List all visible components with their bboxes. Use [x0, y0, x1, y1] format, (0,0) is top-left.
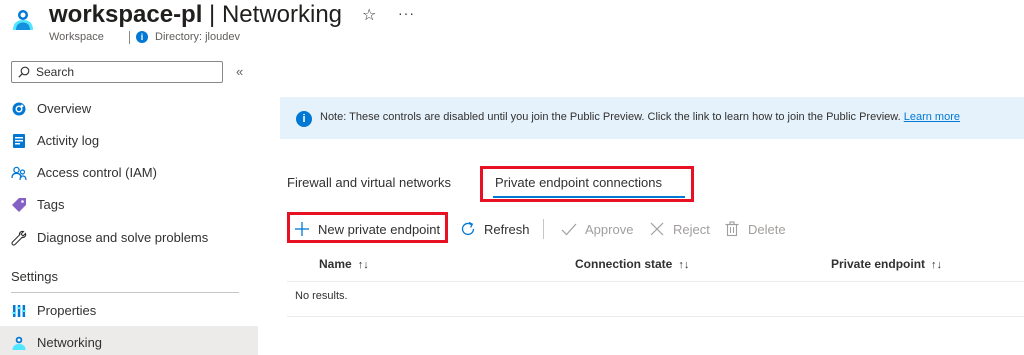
networking-icon: [12, 336, 26, 350]
refresh-button[interactable]: Refresh: [460, 219, 530, 239]
sidebar-item-access-control[interactable]: Access control (IAM): [0, 156, 258, 188]
sidebar-item-label: Properties: [37, 303, 97, 318]
learn-more-link[interactable]: Learn more: [904, 111, 960, 123]
delete-button[interactable]: Delete: [724, 219, 786, 239]
tag-icon: [12, 198, 26, 212]
resource-name: workspace-pl: [49, 1, 203, 28]
section-divider: [11, 292, 239, 293]
sidebar-item-tags[interactable]: Tags: [0, 188, 258, 220]
sidebar-item-label: Diagnose and solve problems: [37, 230, 209, 245]
settings-section-header: Settings: [11, 269, 58, 284]
sidebar-item-diagnose[interactable]: Diagnose and solve problems: [0, 221, 258, 253]
close-icon: [650, 222, 664, 236]
favorite-star-icon[interactable]: ☆: [362, 5, 376, 25]
checkmark-icon: [561, 223, 577, 236]
delete-label: Delete: [748, 221, 786, 237]
sort-icon: ↑↓: [931, 259, 943, 271]
sort-icon: ↑↓: [357, 259, 369, 271]
page-name: Networking: [221, 1, 343, 28]
workspace-icon: [13, 10, 33, 30]
approve-label: Approve: [585, 221, 634, 237]
toolbar-divider: [543, 219, 544, 239]
search-icon: [18, 66, 30, 78]
sidebar-item-label: Tags: [37, 197, 65, 212]
activity-log-icon: [13, 134, 25, 148]
iam-icon: [11, 166, 27, 181]
directory-info-icon: i: [136, 31, 148, 43]
table-header-divider: [287, 281, 1024, 282]
sidebar-item-label: Networking: [37, 335, 103, 350]
subtitle-divider: [129, 31, 130, 44]
more-options-icon[interactable]: ···: [398, 5, 415, 21]
sidebar-item-label: Overview: [37, 101, 92, 116]
page-header: workspace-pl | Networking ☆ ··· Workspac…: [0, 0, 1024, 50]
sidebar-item-overview[interactable]: Overview: [0, 92, 258, 124]
title-separator: |: [202, 1, 222, 28]
refresh-label: Refresh: [484, 221, 530, 237]
banner-text: Note: These controls are disabled until …: [320, 111, 960, 123]
sidebar-item-activity-log[interactable]: Activity log: [0, 124, 258, 156]
sort-icon: ↑↓: [678, 259, 690, 271]
directory-text: Directory: jloudev: [155, 31, 240, 43]
resource-type: Workspace: [49, 31, 104, 43]
column-header-connection-state[interactable]: Connection state ↑↓: [575, 257, 689, 271]
column-header-label: Connection state: [575, 257, 673, 271]
collapse-sidebar-icon[interactable]: «: [236, 64, 243, 79]
highlight-box-tab: [480, 166, 694, 202]
reject-label: Reject: [673, 221, 710, 237]
column-header-label: Private endpoint: [831, 257, 926, 271]
overview-icon: [12, 102, 26, 116]
preview-info-banner: i Note: These controls are disabled unti…: [280, 97, 1024, 139]
sidebar-item-networking[interactable]: Networking: [0, 326, 258, 355]
sidebar-item-label: Access control (IAM): [37, 165, 157, 180]
table-row-divider: [287, 316, 1024, 317]
column-header-label: Name: [319, 257, 352, 271]
refresh-icon: [461, 221, 475, 236]
empty-table-message: No results.: [295, 290, 348, 302]
column-header-private-endpoint[interactable]: Private endpoint ↑↓: [831, 257, 942, 271]
tab-firewall-virtual-networks[interactable]: Firewall and virtual networks: [287, 175, 451, 190]
reject-button[interactable]: Reject: [649, 219, 710, 239]
sidebar-item-properties[interactable]: Properties: [0, 294, 258, 326]
sidebar-item-label: Activity log: [37, 133, 100, 148]
search-input[interactable]: [36, 65, 216, 79]
column-header-name[interactable]: Name ↑↓: [319, 257, 369, 271]
banner-message: Note: These controls are disabled until …: [320, 111, 901, 123]
approve-button[interactable]: Approve: [561, 219, 633, 239]
wrench-icon: [11, 230, 27, 246]
highlight-box-new-endpoint: [287, 212, 448, 243]
sidebar-search[interactable]: [11, 61, 223, 83]
trash-icon: [725, 221, 739, 237]
info-icon: i: [296, 111, 312, 127]
page-title: workspace-pl | Networking: [49, 1, 342, 29]
properties-icon: [12, 305, 26, 317]
